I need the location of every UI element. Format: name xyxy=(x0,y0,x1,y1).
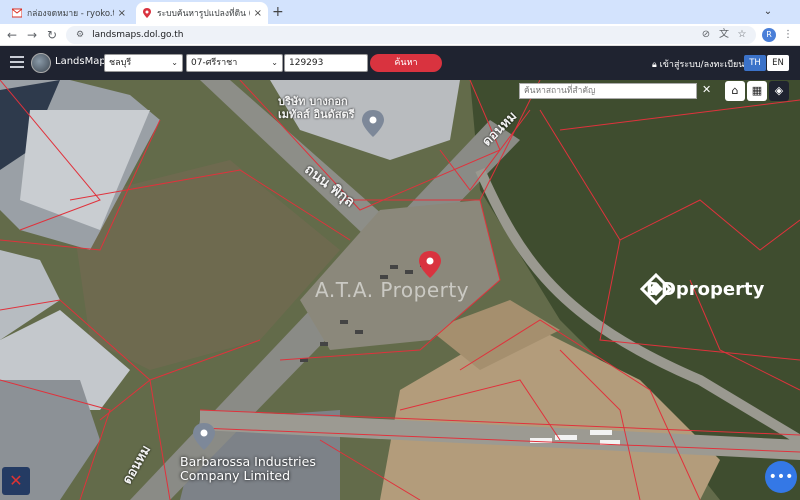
menu-kebab-icon[interactable]: ⋮ xyxy=(780,27,796,43)
url-field[interactable]: ⚙ landsmaps.dol.go.th xyxy=(66,26,756,44)
tab-title: ระบบค้นหารูปแปลงที่ดิน (LandsM... xyxy=(157,9,250,19)
clear-search-icon[interactable]: ✕ xyxy=(702,83,711,96)
tools-icon[interactable]: ✕ xyxy=(2,467,30,495)
new-tab-button[interactable]: + xyxy=(272,4,284,20)
gmail-icon xyxy=(12,8,22,18)
map-pin-icon xyxy=(143,8,151,18)
back-icon[interactable]: ← xyxy=(4,27,20,43)
ddproperty-watermark: DDproperty xyxy=(640,273,764,305)
reload-icon[interactable]: ↻ xyxy=(44,27,60,43)
landmark-search-input[interactable]: ค้นหาสถานที่สำคัญ xyxy=(519,83,697,99)
browser-tab-gmail[interactable]: กล่องจดหมาย - ryoko.transpo... × xyxy=(6,2,132,24)
site-info-icon[interactable]: ⚙ xyxy=(76,30,84,40)
company-name-line1: Barbarossa Industries xyxy=(180,454,316,469)
forward-icon[interactable]: → xyxy=(24,27,40,43)
browser-tab-strip: กล่องจดหมาย - ryoko.transpo... × ระบบค้น… xyxy=(0,0,800,24)
district-value: 07-ศรีราชา xyxy=(191,58,238,68)
more-options-icon[interactable]: ••• xyxy=(765,461,797,493)
app-toolbar: LandsMaps ชลบุรี ⌄ 07-ศรีราชา ⌄ 129293 ค… xyxy=(0,46,800,80)
browser-tab-landsmaps[interactable]: ระบบค้นหารูปแปลงที่ดิน (LandsM... × xyxy=(136,2,268,24)
tab-title: กล่องจดหมาย - ryoko.transpo... xyxy=(27,9,114,19)
url-text: landsmaps.dol.go.th xyxy=(92,30,184,40)
province-select[interactable]: ชลบุรี ⌄ xyxy=(104,54,183,72)
layers-icon[interactable]: ◈ xyxy=(769,81,789,101)
login-link[interactable]: 🔒︎ เข้าสู่ระบบ/ลงทะเบียน xyxy=(652,57,744,71)
home-icon[interactable]: ⌂ xyxy=(725,81,745,101)
company-label: Barbarossa Industries Company Limited xyxy=(180,455,316,483)
search-button[interactable]: ค้นหา xyxy=(370,54,442,72)
login-label: เข้าสู่ระบบ/ลงทะเบียน xyxy=(659,60,745,70)
grid-icon[interactable]: ▦ xyxy=(747,81,767,101)
close-tab-icon[interactable]: × xyxy=(254,8,262,19)
address-bar: ← → ↻ ⚙ landsmaps.dol.go.th ⊘ 文 ☆ R ⋮ xyxy=(0,24,800,46)
chevron-down-icon: ⌄ xyxy=(171,58,178,67)
company-name-line2: Company Limited xyxy=(180,468,291,483)
bookmark-star-icon[interactable]: ☆ xyxy=(734,27,750,43)
ddproperty-logo-icon xyxy=(640,273,672,305)
lang-en-button[interactable]: EN xyxy=(767,55,789,71)
tracking-icon[interactable]: ⊘ xyxy=(698,27,714,43)
watermark-ata-property: A.T.A. Property xyxy=(315,278,470,302)
profile-avatar[interactable]: R xyxy=(762,28,776,42)
hamburger-menu-icon[interactable] xyxy=(10,56,24,70)
lang-th-button[interactable]: TH xyxy=(744,55,766,71)
landsmaps-logo xyxy=(31,53,51,73)
close-tab-icon[interactable]: × xyxy=(118,8,126,19)
parcel-number-input[interactable]: 129293 xyxy=(284,54,368,72)
lock-icon: 🔒︎ xyxy=(652,60,657,70)
translate-icon[interactable]: 文 xyxy=(716,27,732,43)
province-value: ชลบุรี xyxy=(109,58,132,68)
district-select[interactable]: 07-ศรีราชา ⌄ xyxy=(186,54,283,72)
map-canvas[interactable]: บริษัท บางกอก เมทัลส์ อินดัสตรี ถนน พิกุ… xyxy=(0,80,800,500)
brand-name: LandsMaps xyxy=(55,56,111,67)
chevron-down-icon: ⌄ xyxy=(271,58,278,67)
tab-search-icon[interactable]: ⌄ xyxy=(760,4,776,20)
building-label: บริษัท บางกอก เมทัลส์ อินดัสตรี xyxy=(278,95,355,121)
